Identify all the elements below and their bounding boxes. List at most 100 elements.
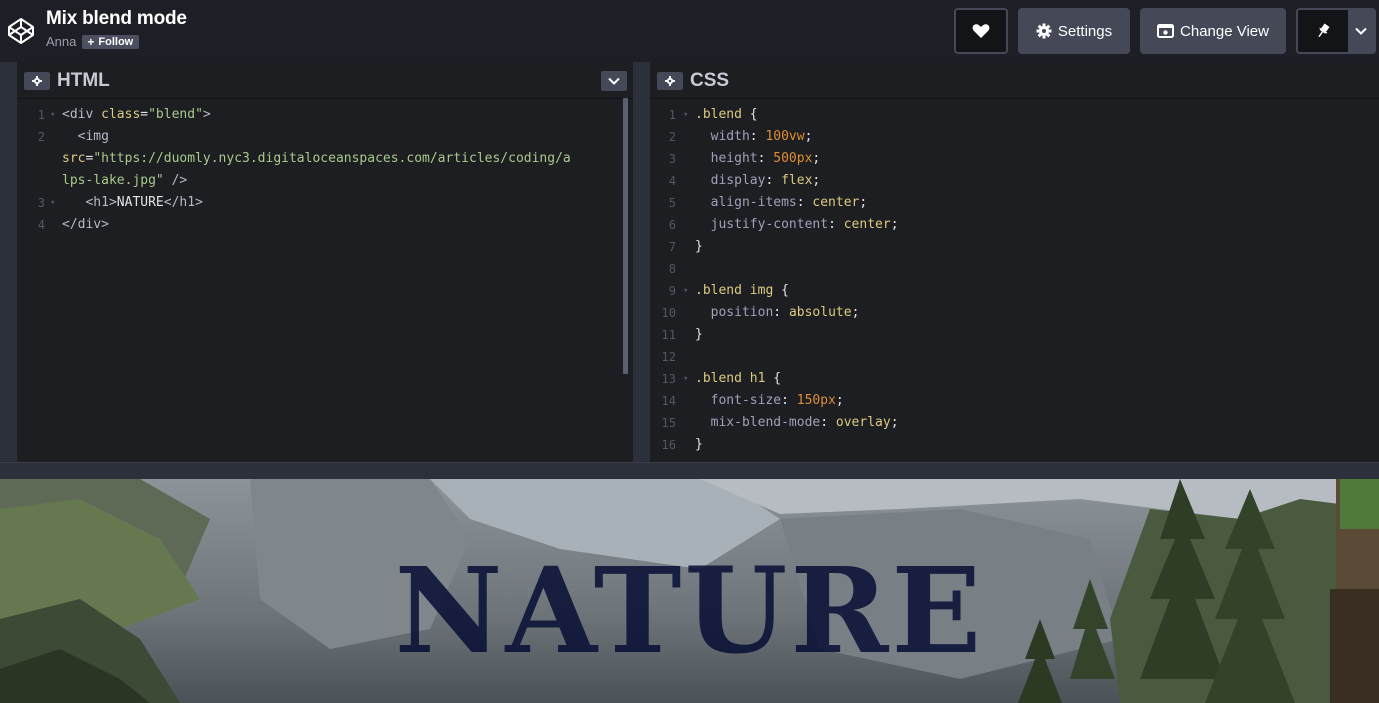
code-line: 4 display: flex; <box>650 170 1370 192</box>
top-header: Mix blend mode Anna + Follow Settings Ch… <box>0 0 1379 62</box>
fold-toggle-icon[interactable]: ▾ <box>683 104 688 126</box>
code-token: lps-lake.jpg" <box>62 173 164 188</box>
follow-button[interactable]: + Follow <box>82 34 140 49</box>
code-line: 6 justify-content: center; <box>650 214 1370 236</box>
code-text: } <box>695 236 703 258</box>
line-number: 12 <box>661 350 676 364</box>
css-panel-title: CSS <box>690 70 730 91</box>
code-text: width: 100vw; <box>695 126 813 148</box>
code-line: 16} <box>650 434 1370 456</box>
line-number: 4 <box>37 218 45 232</box>
html-scrollbar[interactable] <box>623 98 628 374</box>
code-token: ; <box>851 305 860 320</box>
code-token: </div> <box>62 217 109 232</box>
code-line: lps-lake.jpg" /> <box>17 170 617 192</box>
css-editor-panel: CSS 1 ▾ .blend {2 width: 100vw; 3 height: 5… <box>650 62 1379 462</box>
change-view-button[interactable]: Change View <box>1140 8 1286 54</box>
code-text: } <box>695 324 703 346</box>
code-line: 5 align-items: center; <box>650 192 1370 214</box>
code-line: 1 ▾ <div class="blend"> <box>17 104 617 126</box>
code-token: </h1> <box>163 195 203 210</box>
code-line: 1 ▾ .blend { <box>650 104 1370 126</box>
code-token: mix-blend-mode <box>695 415 821 430</box>
css-code-editor[interactable]: 1 ▾ .blend {2 width: 100vw; 3 height: 500px… <box>650 102 1379 460</box>
fold-toggle-icon[interactable]: ▾ <box>683 280 688 302</box>
code-token: : <box>757 151 774 166</box>
code-line: src="https://duomly.nyc3.digitaloceanspa… <box>17 148 617 170</box>
code-token: .blend h1 <box>695 371 766 386</box>
author-name[interactable]: Anna <box>46 34 76 49</box>
code-token: { <box>765 371 782 386</box>
chevron-down-icon <box>608 77 620 85</box>
line-number: 2 <box>668 130 676 144</box>
html-collapse-button[interactable] <box>601 71 627 91</box>
pin-button[interactable] <box>1298 10 1348 52</box>
code-token: { <box>741 107 758 122</box>
fold-toggle-icon[interactable]: ▾ <box>50 192 55 214</box>
code-token: <img <box>77 129 109 144</box>
line-number: 6 <box>668 218 676 232</box>
line-number: 7 <box>668 240 676 254</box>
code-token: : <box>796 195 813 210</box>
code-token: > <box>202 107 211 122</box>
code-token: height <box>695 151 758 166</box>
code-line: 11} <box>650 324 1370 346</box>
gear-icon <box>1036 23 1052 39</box>
code-token: ; <box>859 195 868 210</box>
pen-title[interactable]: Mix blend mode <box>46 8 187 30</box>
code-text: display: flex; <box>695 170 821 192</box>
code-token: NATURE <box>116 195 164 210</box>
code-text: src="https://duomly.nyc3.digitaloceanspa… <box>62 148 571 170</box>
line-number: 9 <box>668 284 676 298</box>
css-settings-button[interactable] <box>657 72 683 90</box>
code-text: position: absolute; <box>695 302 860 324</box>
left-resizer[interactable] <box>0 62 17 462</box>
code-token: src <box>62 151 86 166</box>
code-token: position <box>695 305 774 320</box>
result-preview[interactable]: NATURE <box>0 479 1379 703</box>
html-code-editor[interactable]: 1 ▾ <div class="blend"> 2 <img src="https://… <box>17 102 633 460</box>
code-token: : <box>765 173 782 188</box>
code-token: flex <box>781 173 813 188</box>
code-token: <h1> <box>85 195 117 210</box>
like-button[interactable] <box>954 8 1008 54</box>
code-line: 12 <box>650 346 1370 368</box>
code-text: } <box>695 434 703 456</box>
code-token: { <box>773 283 789 298</box>
code-token: align-items <box>695 195 797 210</box>
html-settings-button[interactable] <box>24 72 50 90</box>
code-token: display <box>695 173 766 188</box>
code-text: .blend img { <box>695 280 789 302</box>
html-editor-panel: HTML 1 ▾ <div class="blend"> 2 <img src="htt… <box>17 62 633 462</box>
settings-label: Settings <box>1057 22 1113 40</box>
codepen-logo-icon[interactable] <box>6 16 36 46</box>
line-number: 11 <box>661 328 676 342</box>
pin-dropdown-button[interactable] <box>1348 10 1374 52</box>
code-token: <div <box>62 107 102 122</box>
code-line: 7} <box>650 236 1370 258</box>
code-token: 100vw <box>765 129 805 144</box>
line-number: 10 <box>661 306 676 320</box>
heart-icon <box>972 24 990 38</box>
fold-toggle-icon[interactable]: ▾ <box>683 368 688 390</box>
code-token: .blend <box>695 107 742 122</box>
editor-area: HTML 1 ▾ <div class="blend"> 2 <img src="htt… <box>0 62 1379 462</box>
code-token: : <box>820 415 836 430</box>
plus-icon: + <box>87 34 95 49</box>
code-token: ; <box>890 217 899 232</box>
line-number: 16 <box>661 438 676 452</box>
nature-heading: NATURE <box>394 541 985 680</box>
settings-button[interactable]: Settings <box>1018 8 1130 54</box>
line-number: 1 <box>37 108 45 122</box>
preview-resizer[interactable] <box>0 462 1379 479</box>
line-number: 8 <box>668 262 676 276</box>
fold-toggle-icon[interactable]: ▾ <box>50 104 55 126</box>
code-token: : <box>773 305 789 320</box>
code-text: </div> <box>62 214 109 236</box>
chevron-down-icon <box>1355 27 1367 35</box>
code-token: = <box>140 107 149 122</box>
code-token: } <box>695 327 703 342</box>
line-number: 15 <box>661 416 676 430</box>
code-token: /> <box>163 173 188 188</box>
code-token: center <box>812 195 860 210</box>
